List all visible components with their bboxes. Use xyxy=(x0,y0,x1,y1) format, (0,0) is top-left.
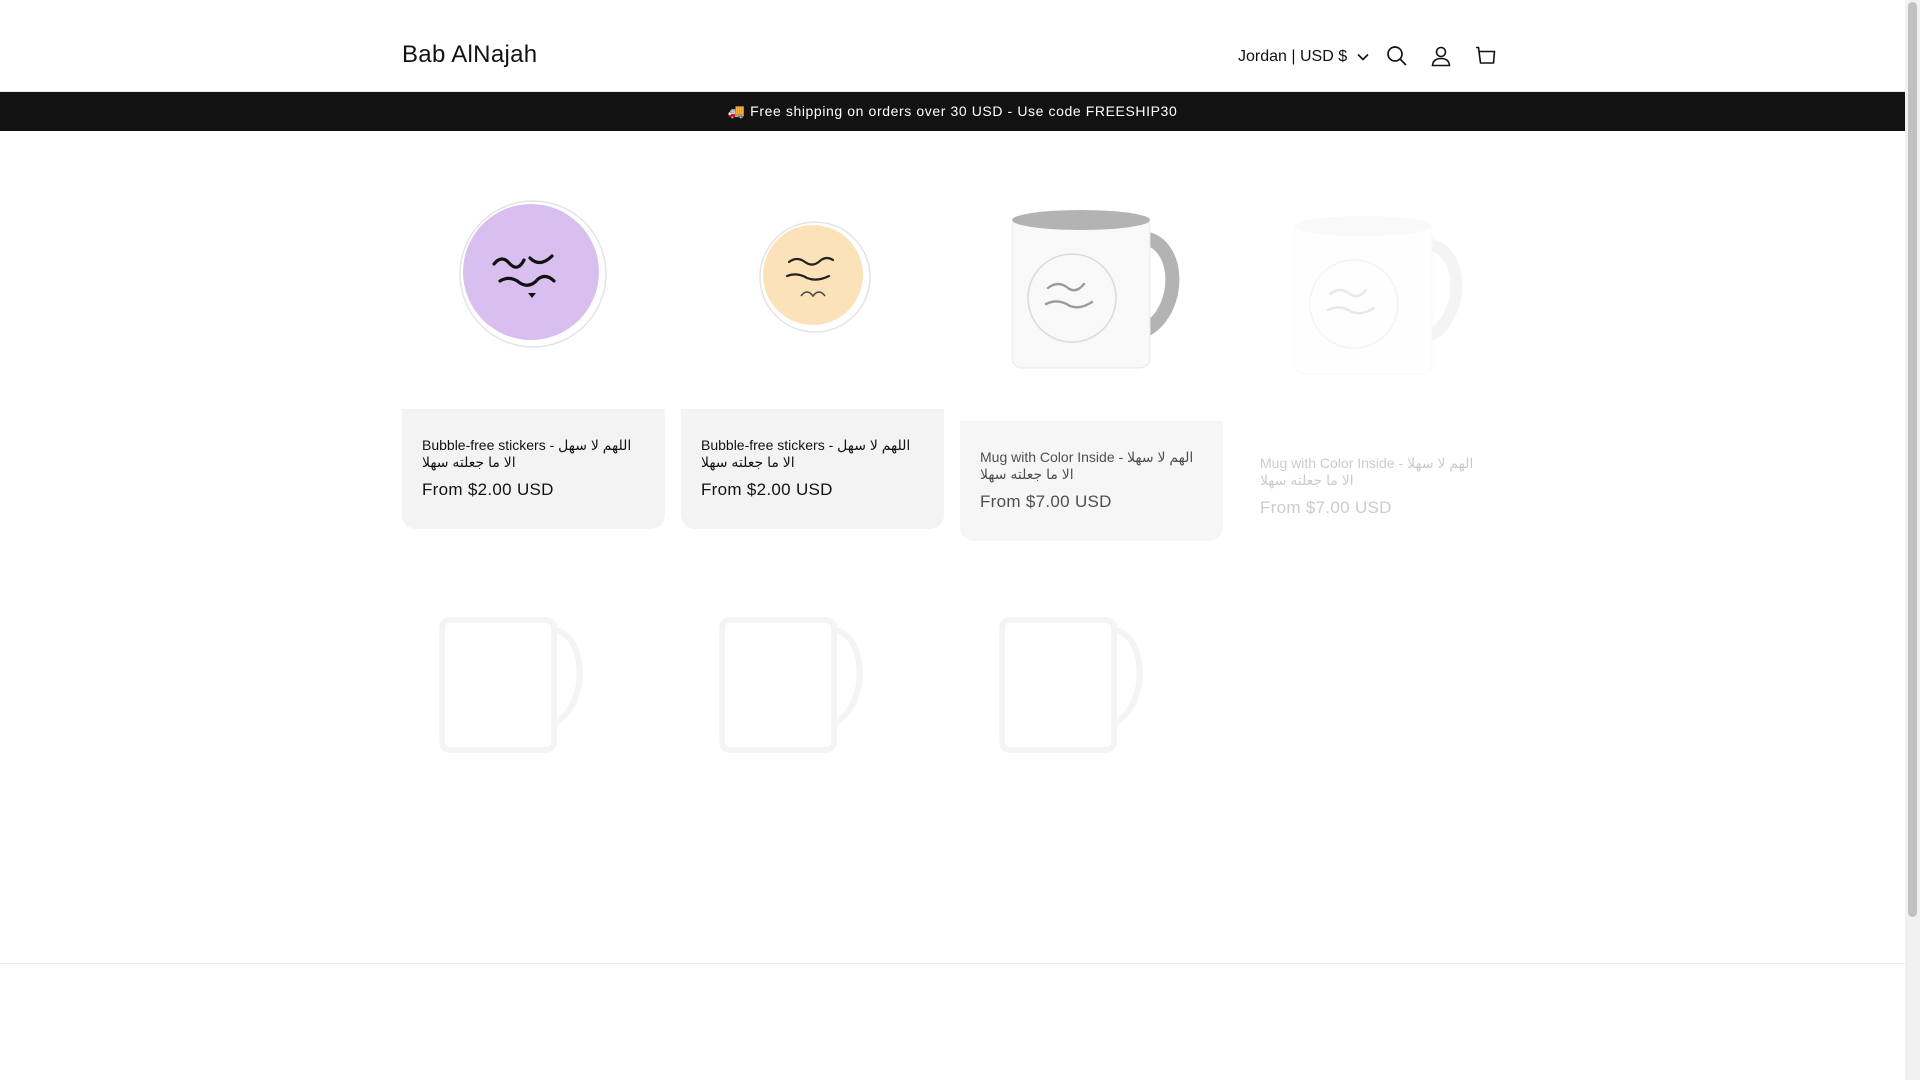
product-price: From $2.00 USD xyxy=(422,480,554,499)
product-title[interactable]: Mug with Color Inside - الهم لا سهلا الا… xyxy=(1260,455,1485,489)
product-title[interactable]: Mug with Color Inside - الهم لا سهلا الا… xyxy=(980,449,1205,483)
product-card[interactable]: Mug with Color Inside - الهم لا سهلا الا… xyxy=(1240,164,1503,547)
store-logo[interactable]: Bab AlNajah xyxy=(402,41,537,69)
announcement-text: 🚚 Free shipping on orders over 30 USD - … xyxy=(727,103,1178,119)
product-card[interactable]: Bubble-free stickers - اللهم لا سهل الا … xyxy=(402,146,665,529)
page: Bab AlNajah Jordan | USD $ 🚚 Free shippi… xyxy=(0,0,1905,1080)
product-image[interactable] xyxy=(960,158,1223,421)
account-icon[interactable] xyxy=(1429,44,1453,68)
product-card[interactable]: Mug with Color Inside - الهم لا سهلا الا… xyxy=(960,158,1223,541)
scrollbar-thumb[interactable] xyxy=(1908,2,1917,917)
product-price: From $2.00 USD xyxy=(701,480,833,499)
search-icon[interactable] xyxy=(1385,44,1409,68)
product-info: Mug with Color Inside - الهم لا سهلا الا… xyxy=(1240,427,1503,547)
product-info: Mug with Color Inside - الهم لا سهلا الا… xyxy=(960,421,1223,541)
white-mug-image xyxy=(1293,216,1463,375)
product-title[interactable]: Bubble-free stickers - اللهم لا سهل الا … xyxy=(701,437,926,471)
product-price: From $7.00 USD xyxy=(980,492,1112,511)
footer-divider xyxy=(0,963,1905,964)
product-info: Bubble-free stickers - اللهم لا سهل الا … xyxy=(681,409,944,529)
locale-label: Jordan | USD $ xyxy=(1238,48,1348,65)
product-title[interactable]: Bubble-free stickers - اللهم لا سهل الا … xyxy=(422,437,647,471)
grey-mug-image xyxy=(1011,210,1180,369)
product-image[interactable] xyxy=(1240,164,1503,427)
announcement-bar: 🚚 Free shipping on orders over 30 USD - … xyxy=(0,92,1905,131)
purple-sticker-image xyxy=(459,200,607,348)
country-currency-selector[interactable]: Jordan | USD $ xyxy=(1238,48,1369,66)
product-image[interactable] xyxy=(681,146,944,409)
cart-icon[interactable] xyxy=(1473,44,1497,68)
product-info: Bubble-free stickers - اللهم لا سهل الا … xyxy=(402,409,665,529)
chevron-down-icon xyxy=(1357,53,1369,61)
product-card[interactable]: Bubble-free stickers - اللهم لا سهل الا … xyxy=(681,146,944,529)
product-image[interactable] xyxy=(402,146,665,409)
site-header: Bab AlNajah Jordan | USD $ xyxy=(0,0,1905,92)
peach-sticker-image xyxy=(759,221,871,333)
product-price: From $7.00 USD xyxy=(1260,498,1392,517)
page-scrollbar[interactable] xyxy=(1905,0,1920,1080)
faded-product-row xyxy=(439,617,1143,753)
